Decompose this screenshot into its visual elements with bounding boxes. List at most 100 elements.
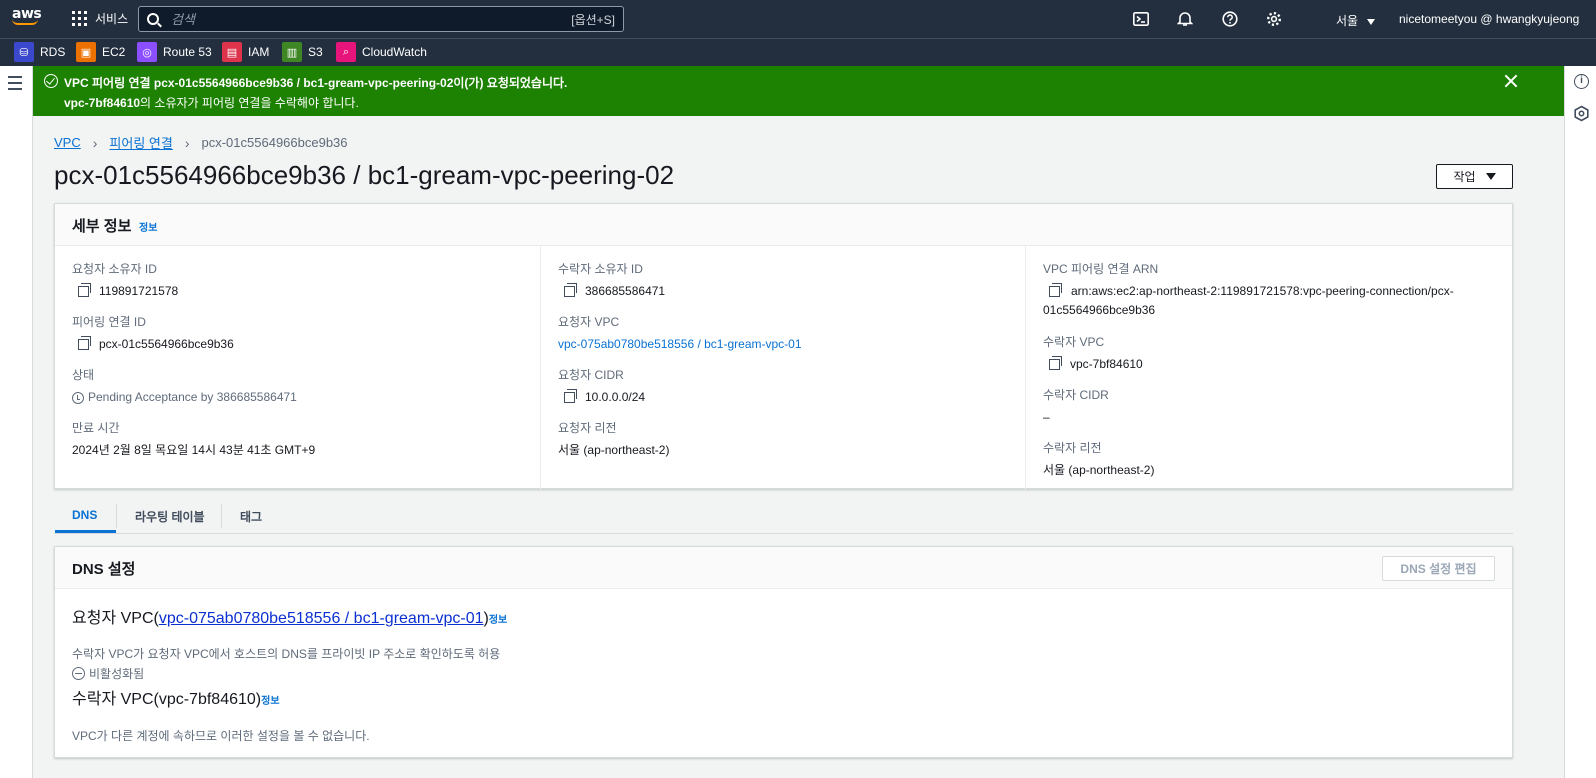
favorite-route53[interactable]: ◎ Route 53 bbox=[137, 42, 212, 62]
expiry-field: 만료 시간 2024년 2월 8일 목요일 14시 43분 41초 GMT+9 bbox=[72, 419, 315, 460]
breadcrumb-vpc-link[interactable]: VPC bbox=[54, 135, 81, 150]
field-value: 서울 (ap-northeast-2) bbox=[558, 443, 670, 457]
favorite-iam[interactable]: ▤ IAM bbox=[222, 42, 269, 62]
dns-settings-panel: DNS 설정 DNS 설정 편집 요청자 VPC(vpc-075ab0780be… bbox=[54, 546, 1513, 758]
arn-value-line2: 01c5564966bce9b36 bbox=[1043, 303, 1156, 317]
account-label: nicetomeetyou @ hwangkyujeong bbox=[1399, 12, 1580, 26]
requester-region-field: 요청자 리전 서울 (ap-northeast-2) bbox=[558, 419, 669, 460]
arn-field: VPC 피어링 연결 ARN arn:aws:ec2:ap-northeast-… bbox=[1043, 260, 1503, 320]
active-tab-indicator bbox=[55, 530, 116, 533]
field-label: VPC 피어링 연결 ARN bbox=[1043, 262, 1159, 276]
field-value: 서울 (ap-northeast-2) bbox=[1043, 463, 1155, 477]
tab-divider bbox=[221, 504, 222, 528]
requester-info-link[interactable]: 정보 bbox=[489, 615, 507, 626]
info-panel-icon[interactable]: i bbox=[1574, 74, 1589, 89]
favorite-label: RDS bbox=[40, 45, 66, 59]
favorite-label: S3 bbox=[308, 45, 323, 59]
copy-icon[interactable] bbox=[78, 336, 91, 350]
feedback-icon[interactable] bbox=[1573, 105, 1590, 122]
accepter-vpc-subtitle: 수락자 VPC(vpc-7bf84610)정보 bbox=[72, 685, 280, 709]
accepter-info-link[interactable]: 정보 bbox=[261, 696, 279, 707]
field-value: 119891721578 bbox=[99, 284, 179, 298]
favorite-label: EC2 bbox=[102, 45, 126, 59]
region-selector[interactable]: 서울 bbox=[1336, 12, 1376, 29]
dns-status-label: 비활성화됨 bbox=[89, 667, 145, 681]
accepter-region-field: 수락자 리전 서울 (ap-northeast-2) bbox=[1043, 439, 1154, 480]
search-icon bbox=[147, 13, 159, 25]
aws-logo[interactable]: aws bbox=[12, 6, 42, 32]
details-column-2: 수락자 소유자 ID 386685586471 요청자 VPC vpc-075a… bbox=[540, 246, 1025, 490]
search-bar[interactable]: [옵션+S] bbox=[138, 6, 624, 32]
success-flash-banner: VPC 피어링 연결 pcx-01c5564966bce9b36 / bc1-g… bbox=[33, 66, 1564, 116]
arn-value-line1: arn:aws:ec2:ap-northeast-2:119891721578:… bbox=[1071, 284, 1454, 298]
settings-icon[interactable] bbox=[1266, 11, 1282, 27]
copy-icon[interactable] bbox=[78, 283, 91, 297]
route53-icon: ◎ bbox=[137, 42, 157, 62]
iam-icon: ▤ bbox=[222, 42, 242, 62]
favorite-s3[interactable]: ▥ S3 bbox=[282, 42, 323, 62]
aws-logo-text: aws bbox=[12, 6, 42, 22]
status-field: 상태 Pending Acceptance by 386685586471 bbox=[72, 366, 297, 407]
account-menu[interactable]: nicetomeetyou @ hwangkyujeong bbox=[1399, 12, 1579, 26]
dns-resolution-description: 수락자 VPC가 요청자 VPC에서 호스트의 DNS를 프라이빗 IP 주소로… bbox=[72, 647, 501, 661]
field-label: 수락자 소유자 ID bbox=[558, 262, 643, 276]
favorites-bar: ⛁ RDS ▣ EC2 ◎ Route 53 ▤ IAM ▥ S3 ⌕ CloudWatch bbox=[0, 38, 1596, 66]
favorite-label: Route 53 bbox=[163, 45, 212, 59]
cloudshell-icon[interactable] bbox=[1133, 12, 1149, 26]
services-menu-button[interactable]: 서비스 bbox=[72, 10, 128, 27]
tab-dns[interactable]: DNS bbox=[72, 508, 97, 522]
menu-icon[interactable] bbox=[8, 76, 22, 94]
tab-tags[interactable]: 태그 bbox=[240, 508, 262, 525]
favorite-cloudwatch[interactable]: ⌕ CloudWatch bbox=[336, 42, 427, 62]
edit-dns-settings-button[interactable]: DNS 설정 편집 bbox=[1382, 556, 1495, 581]
peering-id-field: 피어링 연결 ID pcx-01c5564966bce9b36 bbox=[72, 313, 234, 354]
search-shortcut: [옵션+S] bbox=[571, 12, 615, 27]
favorite-ec2[interactable]: ▣ EC2 bbox=[76, 42, 125, 62]
field-label: 만료 시간 bbox=[72, 421, 120, 435]
field-value: vpc-7bf84610 bbox=[1070, 357, 1143, 371]
caret-down-icon bbox=[1367, 19, 1376, 25]
search-input[interactable] bbox=[171, 11, 572, 27]
pending-clock-icon bbox=[72, 392, 84, 404]
tab-route-tables[interactable]: 라우팅 테이블 bbox=[135, 508, 205, 525]
flash-message-line1: VPC 피어링 연결 pcx-01c5564966bce9b36 / bc1-g… bbox=[64, 76, 568, 90]
copy-icon[interactable] bbox=[1049, 356, 1062, 370]
s3-icon: ▥ bbox=[282, 42, 302, 62]
copy-icon[interactable] bbox=[1049, 283, 1062, 297]
cloudwatch-icon: ⌕ bbox=[336, 42, 356, 62]
requester-owner-field: 요청자 소유자 ID 119891721578 bbox=[72, 260, 178, 301]
favorite-label: IAM bbox=[248, 45, 270, 59]
field-label: 수락자 CIDR bbox=[1043, 388, 1109, 402]
services-label: 서비스 bbox=[95, 12, 129, 26]
dns-title: DNS 설정 bbox=[72, 561, 136, 578]
requester-cidr-field: 요청자 CIDR 10.0.0.0/24 bbox=[558, 366, 645, 407]
requester-vpc-subtitle: 요청자 VPC(vpc-075ab0780be518556 / bc1-grea… bbox=[72, 604, 507, 628]
requester-vpc-link[interactable]: vpc-075ab0780be518556 / bc1-gream-vpc-01 bbox=[558, 335, 802, 354]
actions-dropdown-button[interactable]: 작업 bbox=[1436, 164, 1513, 189]
field-label: 상태 bbox=[72, 368, 95, 382]
favorite-rds[interactable]: ⛁ RDS bbox=[14, 42, 65, 62]
caret-down-icon bbox=[1485, 173, 1496, 180]
bell-icon[interactable] bbox=[1177, 11, 1193, 27]
ec2-icon: ▣ bbox=[76, 42, 96, 62]
copy-icon[interactable] bbox=[564, 283, 577, 297]
region-label: 서울 bbox=[1336, 14, 1359, 28]
copy-icon[interactable] bbox=[564, 389, 577, 403]
details-header: 세부 정보 정보 bbox=[55, 204, 1512, 246]
chevron-right-icon: › bbox=[92, 134, 98, 151]
details-info-link[interactable]: 정보 bbox=[139, 219, 157, 234]
grid-icon bbox=[72, 11, 87, 26]
right-rail: i bbox=[1564, 66, 1596, 778]
tab-divider bbox=[116, 504, 117, 528]
requester-vpc-field: 요청자 VPC vpc-075ab0780be518556 / bc1-grea… bbox=[558, 313, 802, 354]
field-value: 386685586471 bbox=[585, 284, 666, 298]
details-title: 세부 정보 bbox=[72, 218, 132, 235]
details-column-3: VPC 피어링 연결 ARN arn:aws:ec2:ap-northeast-… bbox=[1025, 246, 1512, 490]
field-value: – bbox=[1043, 410, 1050, 424]
status-value: Pending Acceptance by 386685586471 bbox=[88, 390, 297, 404]
close-icon[interactable] bbox=[1503, 73, 1519, 89]
help-icon[interactable] bbox=[1222, 11, 1238, 27]
requester-vpc-dns-link[interactable]: vpc-075ab0780be518556 / bc1-gream-vpc-01 bbox=[159, 610, 484, 627]
breadcrumb-peering-link[interactable]: 피어링 연결 bbox=[109, 133, 172, 152]
field-label: 요청자 VPC bbox=[558, 315, 620, 329]
